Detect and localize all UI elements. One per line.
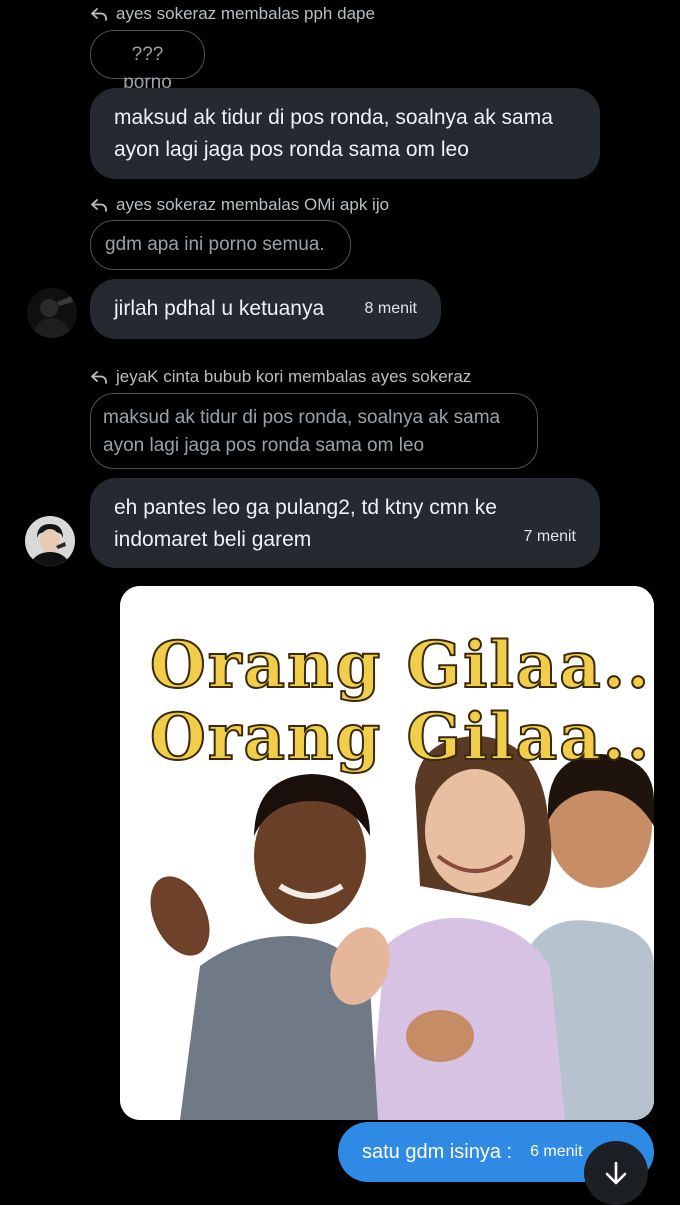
quoted-message[interactable]: ??? porno [90,30,205,93]
reply-header: ayes sokeraz membalas OMi apk ijo [90,192,389,218]
reply-header: ayes sokeraz membalas pph dape [90,1,375,27]
sender-avatar[interactable] [27,288,77,338]
reply-header-text: ayes sokeraz membalas pph dape [116,4,375,23]
meme-image[interactable]: Orang Gilaa... Orang Gilaa... [120,586,654,1120]
message-bubble[interactable]: eh pantes leo ga pulang2, td ktny cmn ke… [90,478,600,568]
sender-avatar[interactable] [25,516,75,566]
message-bubble[interactable]: maksud ak tidur di pos ronda, soalnya ak… [90,88,600,179]
meme-caption-line-2: Orang Gilaa... [149,699,654,776]
message-text: eh pantes leo ga pulang2, td ktny cmn ke… [114,496,497,551]
quoted-message[interactable]: maksud ak tidur di pos ronda, soalnya ak… [90,393,538,469]
quoted-text: maksud ak tidur di pos ronda, soalnya ak… [103,407,501,456]
reply-arrow-icon [91,371,107,384]
message-time: 8 menit [364,300,417,317]
own-message-text: satu gdm isinya : [362,1140,513,1163]
avatar-image [25,516,75,566]
reply-arrow-icon [91,8,107,21]
quoted-text: gdm apa ini porno semua. [105,234,325,255]
message-time: 7 menit [523,528,576,545]
arrow-down-icon [605,1161,627,1185]
avatar-image [27,288,77,338]
meme-caption-line-1: Orang Gilaa... [149,627,654,704]
own-message-time: 6 menit [530,1143,583,1160]
quoted-message[interactable]: gdm apa ini porno semua. [90,220,351,270]
message-text: maksud ak tidur di pos ronda, soalnya ak… [114,106,553,161]
reply-arrow-icon [91,199,107,212]
reply-header-text: jeyaK cinta bubub kori membalas ayes sok… [116,367,472,386]
reply-header-text: ayes sokeraz membalas OMi apk ijo [116,195,390,214]
reply-header: jeyaK cinta bubub kori membalas ayes sok… [90,364,471,390]
message-bubble[interactable]: jirlah pdhal u ketuanya 8 menit [90,279,441,339]
message-text: jirlah pdhal u ketuanya [114,297,325,320]
quoted-text: ??? porno [123,44,172,93]
scroll-to-bottom-button[interactable] [584,1141,648,1205]
